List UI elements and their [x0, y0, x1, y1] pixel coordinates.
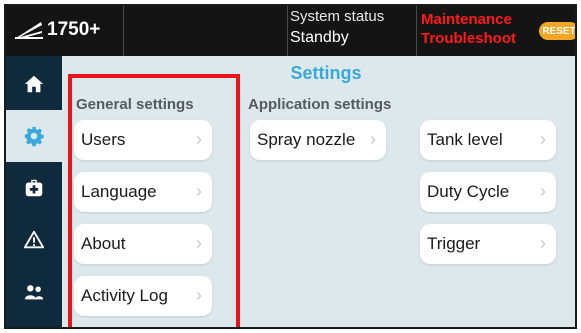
reset-button[interactable]: RESET: [539, 22, 575, 40]
about-button[interactable]: About ›: [74, 224, 212, 264]
activity-log-button-label: Activity Log: [81, 286, 168, 305]
alert-maintenance[interactable]: Maintenance: [421, 11, 512, 28]
alert-troubleshoot[interactable]: Troubleshoot: [421, 30, 516, 47]
nav-troubleshoot[interactable]: [6, 214, 62, 266]
warning-icon: [23, 230, 45, 249]
activity-log-button[interactable]: Activity Log ›: [74, 276, 212, 316]
users-button[interactable]: Users ›: [74, 120, 212, 160]
chevron-right-icon: ›: [196, 285, 202, 305]
application-settings-heading: Application settings: [248, 96, 392, 113]
users-button-label: Users: [81, 130, 126, 149]
nav-home[interactable]: [6, 58, 62, 110]
tank-level-button-label: Tank level: [427, 130, 503, 149]
side-nav: [6, 56, 62, 327]
tank-level-button[interactable]: Tank level ›: [420, 120, 556, 160]
header-divider: [416, 6, 417, 56]
header-bar: 1750+ System status Standby Maintenance …: [6, 6, 575, 56]
trigger-button-label: Trigger: [427, 234, 481, 253]
duty-cycle-button-label: Duty Cycle: [427, 182, 510, 201]
header-divider: [287, 6, 288, 56]
language-button[interactable]: Language ›: [74, 172, 212, 212]
page-title: Settings: [290, 63, 362, 83]
general-settings-heading: General settings: [76, 96, 194, 113]
nav-settings[interactable]: [6, 110, 62, 162]
language-button-label: Language: [81, 182, 157, 201]
system-status-value: Standby: [290, 29, 349, 46]
chevron-right-icon: ›: [196, 129, 202, 149]
users-icon: [24, 285, 44, 300]
nav-maintenance[interactable]: [6, 162, 62, 214]
gear-icon: [24, 126, 44, 147]
sprayer-logo-icon: [15, 22, 43, 39]
brand: 1750+: [6, 6, 124, 56]
app-screen: 1750+ System status Standby Maintenance …: [4, 4, 577, 329]
nav-users[interactable]: [6, 266, 62, 318]
chevron-right-icon: ›: [196, 181, 202, 201]
model-label: 1750+: [47, 19, 101, 40]
home-icon: [24, 75, 44, 93]
medkit-icon: [25, 179, 43, 197]
duty-cycle-button[interactable]: Duty Cycle ›: [420, 172, 556, 212]
chevron-right-icon: ›: [370, 129, 376, 149]
trigger-button[interactable]: Trigger ›: [420, 224, 556, 264]
spray-nozzle-button-label: Spray nozzle: [257, 130, 356, 149]
system-status-label: System status: [290, 8, 385, 25]
spray-nozzle-button[interactable]: Spray nozzle ›: [250, 120, 386, 160]
chevron-right-icon: ›: [196, 233, 202, 253]
chevron-right-icon: ›: [540, 233, 546, 253]
chevron-right-icon: ›: [540, 181, 546, 201]
about-button-label: About: [81, 234, 126, 253]
chevron-right-icon: ›: [540, 129, 546, 149]
